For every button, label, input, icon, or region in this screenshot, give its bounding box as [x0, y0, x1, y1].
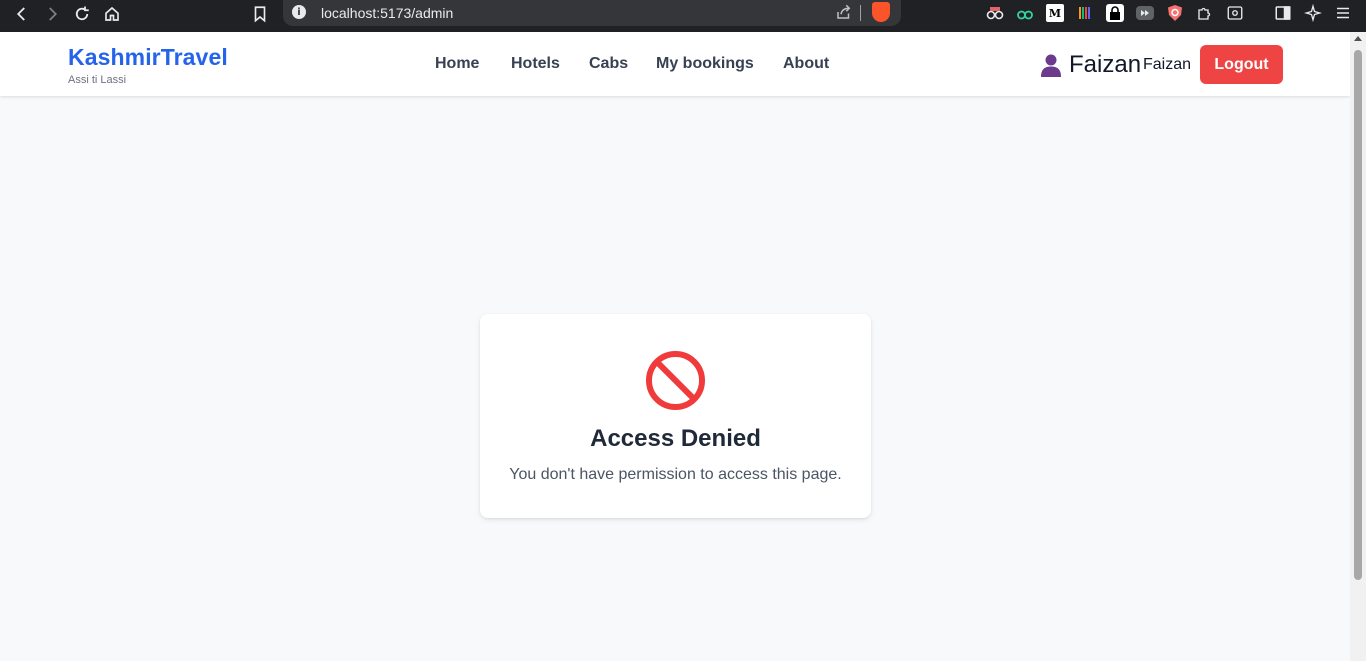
logout-button[interactable]: Logout	[1200, 45, 1283, 84]
url-text[interactable]: localhost:5173/admin	[321, 5, 453, 21]
user-display-name: Faizan	[1069, 51, 1142, 78]
extension-infinity-icon[interactable]	[1016, 4, 1034, 22]
no-entry-icon	[645, 350, 706, 411]
back-icon[interactable]	[10, 2, 34, 26]
brand-logo[interactable]: KashmirTravel	[68, 44, 228, 71]
nav-cabs[interactable]: Cabs	[589, 55, 628, 73]
extension-lock-icon[interactable]	[1106, 4, 1124, 22]
extensions-puzzle-icon[interactable]	[1196, 4, 1214, 22]
brave-shields-icon[interactable]	[872, 2, 890, 22]
nav-my-bookings[interactable]: My bookings	[656, 55, 754, 73]
access-denied-title: Access Denied	[590, 425, 761, 452]
home-icon[interactable]	[100, 2, 124, 26]
extension-medium-icon[interactable]: M	[1046, 4, 1064, 22]
extension-bars-icon[interactable]	[1076, 4, 1094, 22]
address-bar-divider	[860, 5, 861, 21]
nav-home[interactable]: Home	[435, 55, 479, 73]
reader-icon[interactable]	[1226, 4, 1244, 22]
scrollbar-thumb[interactable]	[1354, 50, 1362, 580]
sidebar-icon[interactable]	[1274, 4, 1292, 22]
access-denied-card: Access Denied You don't have permission …	[480, 314, 871, 518]
address-bar[interactable]: i localhost:5173/admin	[283, 0, 901, 26]
menu-icon[interactable]	[1334, 4, 1352, 22]
bookmark-icon[interactable]	[248, 2, 272, 26]
site-info-icon[interactable]: i	[292, 5, 306, 19]
brand-tagline: Assi ti Lassi	[68, 74, 127, 86]
forward-icon[interactable]	[40, 2, 64, 26]
app-header: KashmirTravel Assi ti Lassi Home Hotels …	[0, 32, 1350, 96]
nav-about[interactable]: About	[783, 55, 829, 73]
page-scrollbar[interactable]	[1350, 32, 1366, 661]
nav-hotels[interactable]: Hotels	[511, 55, 560, 73]
access-denied-message: You don't have permission to access this…	[509, 466, 842, 483]
extension-forward-icon[interactable]	[1136, 4, 1154, 22]
leo-ai-icon[interactable]	[1304, 4, 1322, 22]
scroll-up-icon[interactable]	[1354, 36, 1362, 41]
user-avatar-icon	[1040, 53, 1062, 77]
user-name: Faizan	[1143, 56, 1192, 73]
share-icon[interactable]	[835, 3, 853, 26]
extension-shield-icon[interactable]	[1166, 4, 1184, 22]
extension-glasses-icon[interactable]	[986, 4, 1004, 22]
browser-toolbar: i localhost:5173/admin M	[0, 0, 1366, 32]
reload-icon[interactable]	[70, 2, 94, 26]
